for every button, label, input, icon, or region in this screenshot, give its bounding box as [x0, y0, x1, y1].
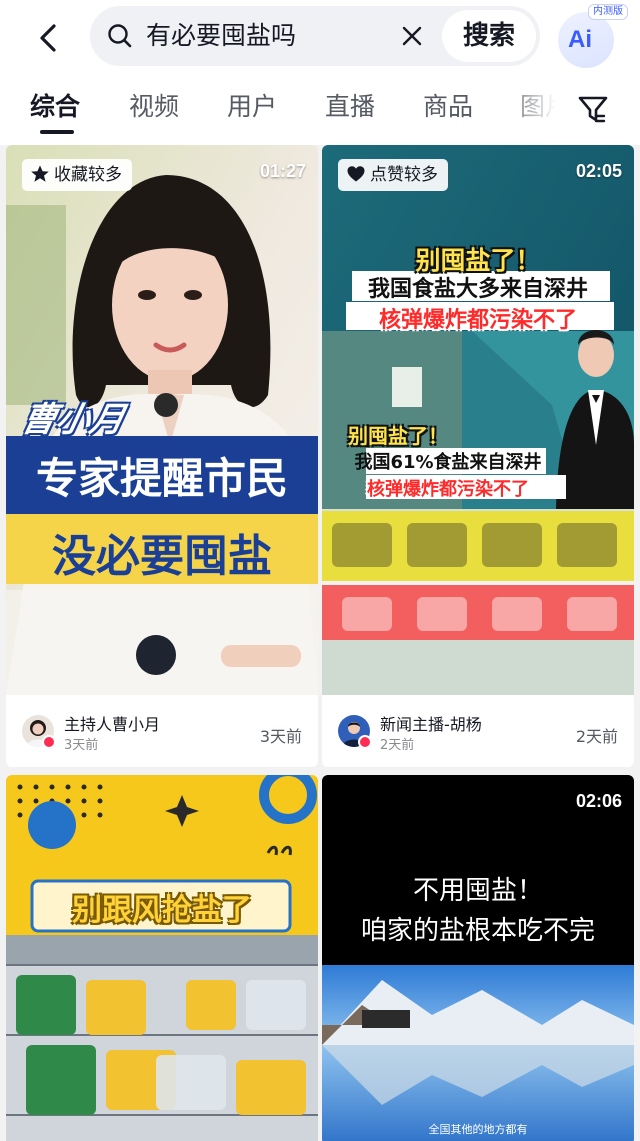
search-results-screen: 有必要囤盐吗 搜索 Ai 内测版 综合 视频 用户 直播 商品 图片	[0, 0, 640, 1141]
video-card[interactable]: 曹小月 专家提醒市民 没必要囤盐 收藏较多 01:27 主持人曹小月 3天前 3…	[6, 145, 318, 767]
video-thumbnail: 曹小月 专家提醒市民 没必要囤盐 收藏较多 01:27	[6, 145, 318, 695]
thumbnail-caption-line4: 别囤盐了！	[348, 424, 448, 448]
author-name[interactable]: 新闻主播-胡杨	[380, 711, 482, 735]
tab-videos[interactable]: 视频	[129, 92, 179, 122]
thumbnail-caption-line1: 不用囤盐！	[412, 876, 543, 906]
tab-all[interactable]: 综合	[30, 92, 80, 122]
search-icon	[108, 24, 132, 48]
video-card[interactable]: 别跟风抢盐了	[6, 775, 318, 1141]
heart-icon	[347, 165, 365, 181]
verified-badge-icon	[358, 735, 372, 749]
back-button[interactable]	[28, 14, 68, 58]
tabs-fade	[500, 84, 580, 140]
ai-label: Ai	[568, 26, 592, 53]
card-meta: 主持人曹小月 3天前 3天前	[6, 695, 318, 767]
video-thumbnail: 别跟风抢盐了	[6, 775, 318, 1141]
thumbnail-caption-line6: 核弹爆炸都污染不了	[367, 479, 529, 500]
tab-live[interactable]: 直播	[325, 92, 375, 122]
tab-products[interactable]: 商品	[423, 92, 473, 122]
clear-search-icon[interactable]	[398, 22, 426, 50]
thumbnail-caption-line2: 没必要囤盐	[52, 531, 272, 582]
badge-label: 收藏较多	[54, 165, 122, 185]
thumbnail-caption-line3: 核弹爆炸都污染不了	[378, 308, 577, 333]
most-liked-badge: 点赞较多	[338, 159, 448, 191]
video-card[interactable]: 不用囤盐！ 咱家的盐根本吃不完 全国其他的地方都有 02:06	[322, 775, 634, 1141]
beta-badge: 内测版	[588, 4, 628, 20]
search-input[interactable]: 有必要囤盐吗	[146, 19, 296, 53]
filter-icon[interactable]	[576, 92, 610, 126]
active-tab-indicator	[40, 130, 74, 134]
badge-label: 点赞较多	[370, 165, 438, 185]
result-tabs: 综合 视频 用户 直播 商品 图片	[0, 84, 640, 140]
thumbnail-shelf	[6, 775, 318, 1141]
thumbnail-caption-line2: 咱家的盐根本吃不完	[360, 916, 595, 946]
thumbnail-caption-line2: 我国食盐大多来自深井	[367, 277, 588, 302]
posted-time: 2天前	[380, 738, 415, 753]
video-thumbnail: 不用囤盐！ 咱家的盐根本吃不完 全国其他的地方都有 02:06	[322, 775, 634, 1141]
video-duration: 02:06	[575, 791, 622, 811]
most-favorited-badge: 收藏较多	[22, 159, 132, 191]
author-name[interactable]: 主持人曹小月	[64, 711, 160, 735]
search-header: 有必要囤盐吗 搜索 Ai 内测版 综合 视频 用户 直播 商品 图片	[0, 0, 640, 145]
thumbnail-subtitle: 全国其他的地方都有	[428, 1123, 528, 1136]
video-duration: 02:05	[575, 161, 622, 181]
video-card[interactable]: 别囤盐了！ 我国食盐大多来自深井 核弹爆炸都污染不了 别囤盐了！ 我国61%食盐…	[322, 145, 634, 767]
tab-users[interactable]: 用户	[227, 92, 277, 122]
thumbnail-landscape	[322, 775, 634, 1141]
thumbnail-caption-line1: 专家提醒市民	[35, 454, 288, 503]
thumbnail-caption-name: 曹小月	[18, 400, 129, 440]
ai-assistant-button[interactable]: Ai 内测版	[556, 4, 628, 70]
thumbnail-caption: 别跟风抢盐了	[72, 893, 252, 928]
verified-badge-icon	[42, 735, 56, 749]
thumbnail-caption-line5: 我国61%食盐来自深井	[354, 452, 542, 473]
card-meta: 新闻主播-胡杨 2天前 2天前	[322, 695, 634, 767]
published-ago: 2天前	[575, 727, 618, 746]
star-icon	[31, 165, 49, 182]
published-ago: 3天前	[259, 727, 302, 746]
back-arrow-icon	[40, 24, 56, 52]
search-box[interactable]: 有必要囤盐吗 搜索	[90, 6, 540, 66]
posted-time: 3天前	[64, 738, 99, 753]
search-button[interactable]: 搜索	[442, 10, 536, 62]
video-duration: 01:27	[259, 161, 306, 181]
video-thumbnail: 别囤盐了！ 我国食盐大多来自深井 核弹爆炸都污染不了 别囤盐了！ 我国61%食盐…	[322, 145, 634, 695]
